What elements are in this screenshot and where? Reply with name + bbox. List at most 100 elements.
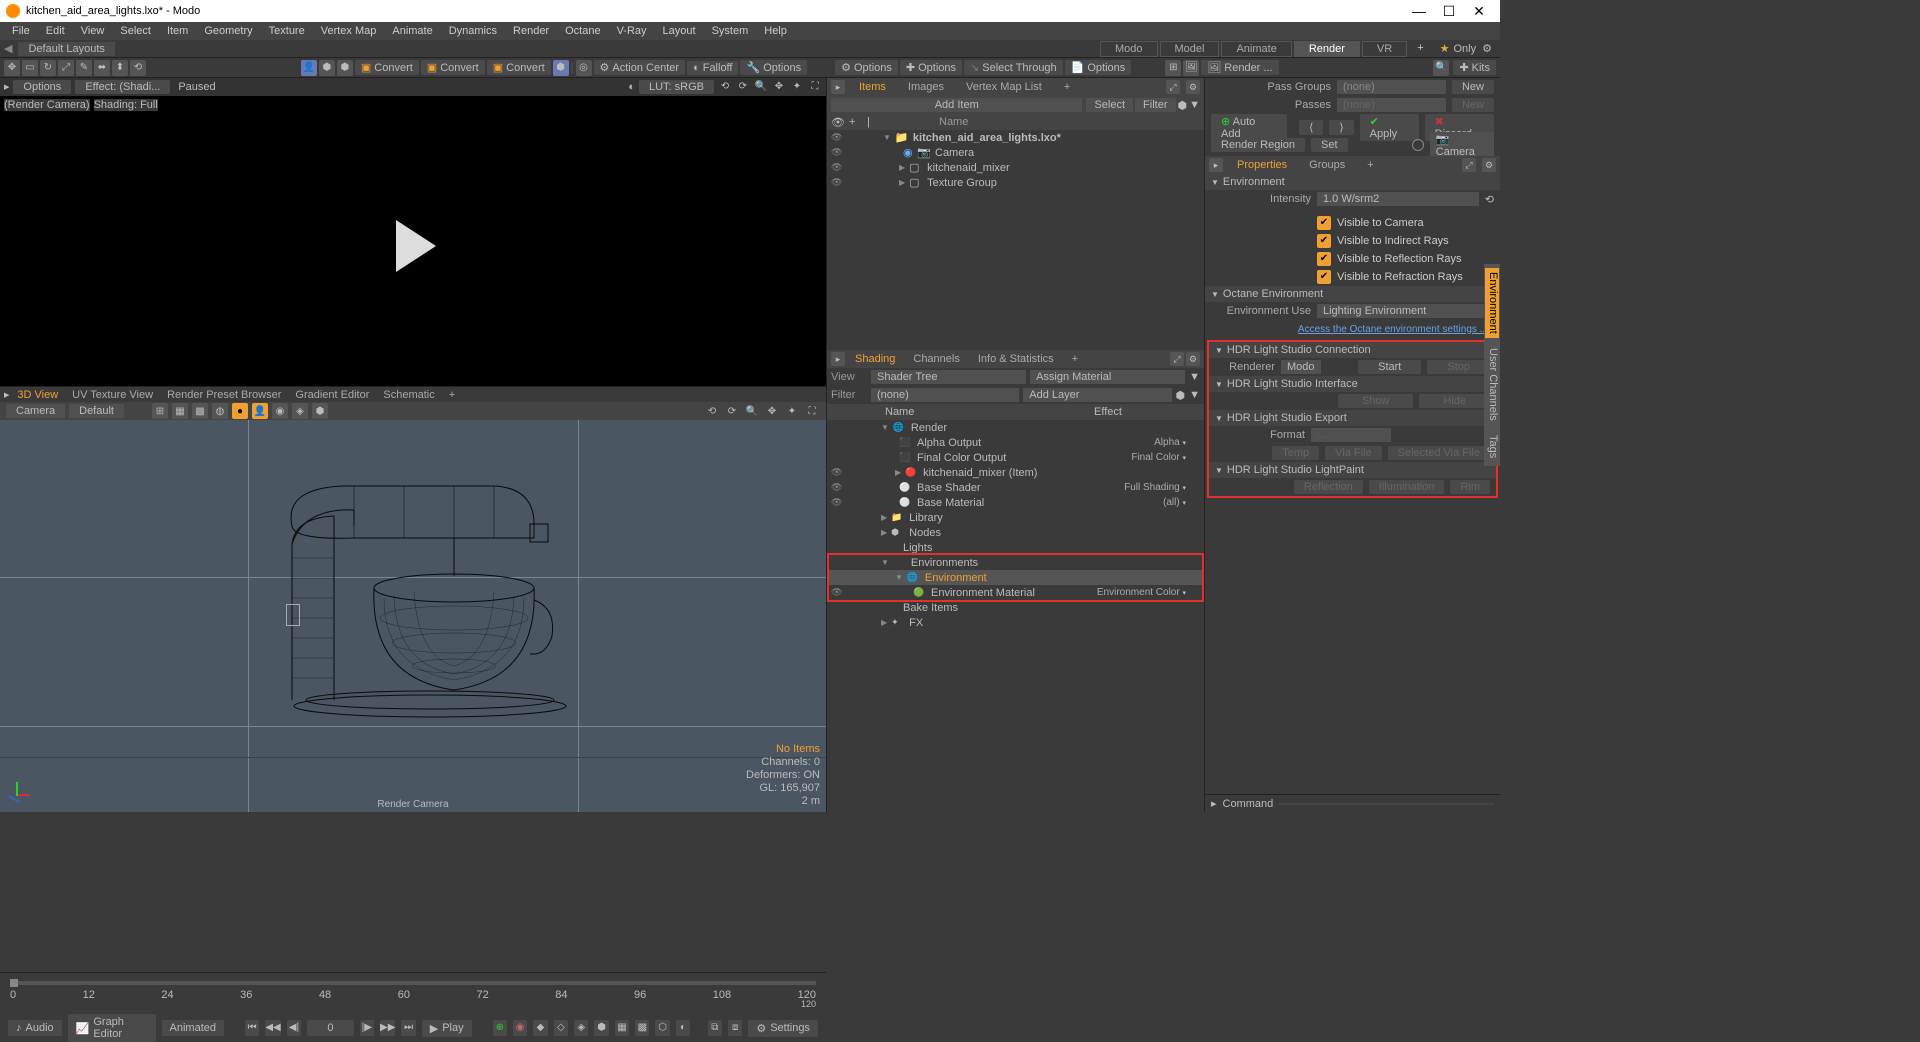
menu-select[interactable]: Select [112, 25, 159, 37]
render-preview[interactable]: ▶ Options Effect: (Shadi... Paused ◐ LUT… [0, 78, 826, 386]
shading-pop-icon[interactable]: ⤢ [1170, 352, 1184, 366]
img-icon[interactable]: 🖼 [1183, 60, 1199, 76]
tool-misc2-icon[interactable]: ⟲ [130, 60, 146, 76]
view3d-nav3-icon[interactable]: 🔍 [744, 403, 760, 419]
menu-octane[interactable]: Octane [557, 25, 608, 37]
eye-icon[interactable]: 👁 [831, 482, 843, 493]
convert-button-2[interactable]: ▣Convert [421, 60, 485, 75]
view3d-t7-icon[interactable]: ◉ [272, 403, 288, 419]
tool-move-icon[interactable]: ✥ [4, 60, 20, 76]
expand-icon[interactable]: ▶ [899, 163, 905, 172]
temp-button[interactable]: Temp [1272, 446, 1319, 460]
items-menu-icon[interactable]: ▸ [831, 80, 845, 94]
view3d-nav1-icon[interactable]: ⟲ [704, 403, 720, 419]
view3d-t3-icon[interactable]: ▩ [192, 403, 208, 419]
prev-frame-button[interactable]: ◀| [287, 1020, 301, 1036]
cmd-menu-icon[interactable]: ▸ [1211, 797, 1217, 810]
vis-indirect-checkbox[interactable]: ✔ [1317, 234, 1331, 248]
options-button-a[interactable]: ⚙Options [835, 60, 898, 75]
search-icon[interactable]: 🔍 [1433, 60, 1449, 76]
kits-dropdown[interactable]: ✚Kits [1453, 60, 1496, 75]
view3d-t2-icon[interactable]: ▦ [172, 403, 188, 419]
hide-button[interactable]: Hide [1419, 394, 1490, 408]
shader-row[interactable]: ▼Environments [827, 555, 1204, 570]
maximize-button[interactable]: ☐ [1434, 3, 1464, 20]
shader-row[interactable]: ▼🌐Environment [827, 570, 1204, 585]
shader-row[interactable]: 👁⚪Base ShaderFull Shading ▾ [827, 480, 1204, 495]
layout-tab-vr[interactable]: VR [1362, 41, 1407, 57]
expand-icon[interactable]: ▶ [881, 618, 887, 627]
layout-settings-icon[interactable]: ⚙ [1482, 42, 1492, 55]
menu-animate[interactable]: Animate [384, 25, 440, 37]
options-button-b[interactable]: ✚Options [900, 60, 962, 75]
items-filter2-icon[interactable]: ▼ [1189, 99, 1200, 111]
view3d-t1-icon[interactable]: ⊞ [152, 403, 168, 419]
intensity-reset-icon[interactable]: ⟲ [1485, 193, 1494, 206]
items-filter1-icon[interactable]: ⬢ [1178, 99, 1188, 112]
view3d-tab-3dview[interactable]: 3D View [11, 388, 64, 402]
tool-misc1-icon[interactable]: ⬍ [112, 60, 128, 76]
layout-tab-render[interactable]: Render [1294, 41, 1360, 57]
expand-icon[interactable]: ▶ [899, 178, 905, 187]
shader-row[interactable]: ▶⬢Nodes [827, 525, 1204, 540]
action-center-dropdown[interactable]: ⚙Action Center [594, 60, 686, 75]
renderer-dropdown[interactable]: Modo [1281, 360, 1321, 374]
render-nav3-icon[interactable]: 🔍 [754, 80, 768, 94]
key9-icon[interactable]: ⬡ [655, 1020, 669, 1036]
expand-icon[interactable]: ▼ [881, 423, 889, 432]
play-button[interactable]: ▶ Play [422, 1020, 472, 1037]
menu-view[interactable]: View [73, 25, 113, 37]
view3d-tab-uv[interactable]: UV Texture View [66, 388, 159, 402]
view3d-t4-icon[interactable]: ◍ [212, 403, 228, 419]
render-tri-icon[interactable]: ▶ [4, 83, 9, 91]
shading-tab[interactable]: Shading [847, 352, 903, 366]
convert-button-1[interactable]: ▣Convert [355, 60, 419, 75]
minimize-button[interactable]: — [1404, 3, 1434, 19]
set-button[interactable]: Set [1311, 138, 1348, 152]
tool-rotate-icon[interactable]: ↻ [40, 60, 56, 76]
shading-add-tab[interactable]: + [1064, 352, 1086, 366]
view3d-t5-icon[interactable]: ● [232, 403, 248, 419]
pass-groups-new-button[interactable]: New [1452, 80, 1494, 94]
audio-button[interactable]: ♪ Audio [8, 1020, 62, 1036]
add-layer-button[interactable]: Add Layer [1023, 388, 1171, 402]
layout-tab-modo[interactable]: Modo [1100, 41, 1158, 57]
shader-row[interactable]: Bake Items [827, 600, 1204, 615]
view3d-t8-icon[interactable]: ◈ [292, 403, 308, 419]
timeline[interactable]: 01224364860728496108120 120 [0, 973, 826, 1016]
viafile-button[interactable]: Via File [1325, 446, 1381, 460]
expand-icon[interactable]: ▼ [881, 558, 889, 567]
render-nav2-icon[interactable]: ⟳ [736, 80, 750, 94]
sidetab-tags[interactable]: Tags [1485, 431, 1499, 462]
graph-editor-button[interactable]: 📈 Graph Editor [68, 1014, 156, 1042]
shader-row[interactable]: 👁🟢Environment MaterialEnvironment Color … [827, 585, 1204, 600]
cube-icon[interactable]: ⬢ [319, 60, 335, 76]
tool-scale-icon[interactable]: ⤢ [58, 60, 74, 76]
filter-dropdown[interactable]: (none) [871, 388, 1019, 402]
layout-tab-animate[interactable]: Animate [1221, 41, 1291, 57]
eye-icon[interactable]: 👁 [831, 497, 843, 508]
menu-layout[interactable]: Layout [655, 25, 704, 37]
vis-refraction-checkbox[interactable]: ✔ [1317, 270, 1331, 284]
options-button-c[interactable]: 📄Options [1065, 60, 1132, 75]
menu-texture[interactable]: Texture [261, 25, 313, 37]
expand-icon[interactable]: ▼ [883, 133, 891, 142]
select-through-button[interactable]: ↘Select Through [964, 60, 1063, 75]
items-pop-icon[interactable]: ⤢ [1166, 80, 1180, 94]
hdr-interface-section[interactable]: ▼HDR Light Studio Interface [1209, 376, 1496, 392]
eye-icon[interactable]: 👁 [831, 132, 843, 143]
key7-icon[interactable]: ▦ [615, 1020, 629, 1036]
format-dropdown[interactable]: ... [1311, 428, 1391, 442]
items-plus-col-icon[interactable]: + [849, 116, 861, 128]
octane-env-section[interactable]: ▼Octane Environment [1205, 286, 1500, 302]
pass-groups-dropdown[interactable]: (none) [1337, 80, 1446, 94]
view3d-nav2-icon[interactable]: ⟳ [724, 403, 740, 419]
close-button[interactable]: ✕ [1464, 3, 1494, 20]
tool-lasso-icon[interactable]: ✎ [76, 60, 92, 76]
hdr-export-section[interactable]: ▼HDR Light Studio Export [1209, 410, 1496, 426]
sidetab-environment[interactable]: Environment [1485, 268, 1499, 338]
stop-button[interactable]: Stop [1427, 360, 1490, 374]
add-item-button[interactable]: Add Item [831, 98, 1082, 112]
env-use-dropdown[interactable]: Lighting Environment [1317, 304, 1494, 318]
eye-icon[interactable]: 👁 [831, 587, 843, 598]
